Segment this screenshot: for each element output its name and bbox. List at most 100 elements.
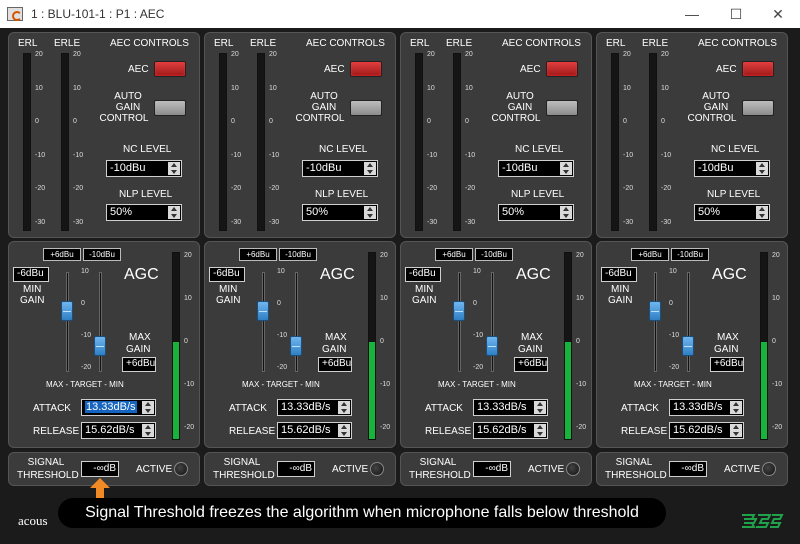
scale-tick-label: 10 [669,268,677,275]
spin-arrows-icon[interactable] [142,401,154,414]
aec-label: AEC [324,64,345,75]
scale-tick-label: 0 [184,338,188,345]
nc-level-stepper[interactable]: -10dBu [302,160,378,177]
release-stepper[interactable]: 15.62dB/s [81,422,156,439]
min-gain-field[interactable]: -6dBu [405,267,441,282]
attack-stepper[interactable]: 13.33dB/s [277,399,352,416]
max-gain-label: MAX [717,332,739,343]
auto-gain-control-button[interactable] [350,100,382,116]
max-gain-slider-knob[interactable] [94,336,106,356]
nlp-level-stepper[interactable]: 50% [498,204,574,221]
signal-threshold-field[interactable]: -∞dB [669,461,707,477]
spin-arrows-icon[interactable] [560,162,572,175]
aec-toggle-button[interactable] [350,61,382,77]
minimize-button[interactable]: — [672,3,712,25]
min-gain-slider-knob[interactable] [649,301,661,322]
attack-stepper[interactable]: 13.33dB/s [81,399,156,416]
max-gain-field[interactable]: +6dBu [318,357,352,372]
maximize-button[interactable]: ☐ [716,3,756,25]
auto-gain-control-button[interactable] [742,100,774,116]
nlp-level-label: NLP LEVEL [511,189,565,200]
auto-gain-control-button[interactable] [546,100,578,116]
help-tooltip: Signal Threshold freezes the algorithm w… [58,498,666,528]
nc-level-value: -10dBu [306,162,342,174]
max-level-box: +6dBu [43,248,81,261]
release-label: RELEASE [229,426,276,437]
aec-toggle-button[interactable] [742,61,774,77]
spin-arrows-icon[interactable] [534,401,546,414]
min-gain-slider-track[interactable] [66,272,69,372]
release-stepper[interactable]: 15.62dB/s [277,422,352,439]
scale-tick-label: 10 [81,268,89,275]
min-gain-slider-knob[interactable] [61,301,73,322]
release-stepper[interactable]: 15.62dB/s [669,422,744,439]
attack-stepper[interactable]: 13.33dB/s [669,399,744,416]
auto-gain-label: CONTROL [295,113,345,124]
spin-arrows-icon[interactable] [730,401,742,414]
scale-tick-label: 20 [427,51,435,58]
nlp-level-label: NLP LEVEL [707,189,761,200]
auto-gain-control-button[interactable] [154,100,186,116]
aec-controls-title: AEC CONTROLS [698,38,777,49]
erl-label: ERL [410,38,430,49]
aec-toggle-button[interactable] [154,61,186,77]
scale-tick-label: -10 [473,332,484,339]
release-stepper[interactable]: 15.62dB/s [473,422,548,439]
min-gain-slider-knob[interactable] [257,301,269,322]
nlp-level-stepper[interactable]: 50% [106,204,182,221]
agc-slider-scale: 10 0 -10 -20 [669,268,689,372]
spin-arrows-icon[interactable] [756,162,768,175]
max-gain-field[interactable]: +6dBu [122,357,156,372]
spin-arrows-icon[interactable] [534,424,546,437]
agc-meter-scale: 20 10 0 -10 -20 [576,252,592,440]
spin-arrows-icon[interactable] [142,424,154,437]
spin-arrows-icon[interactable] [730,424,742,437]
erle-label: ERLE [250,38,277,49]
aec-controls-title: AEC CONTROLS [306,38,385,49]
min-gain-slider-track[interactable] [262,272,265,372]
scale-tick-label: -20 [661,185,672,193]
min-gain-label: GAIN [216,295,241,306]
spin-arrows-icon[interactable] [560,206,572,219]
min-gain-field[interactable]: -6dBu [601,267,637,282]
signal-threshold-field[interactable]: -∞dB [473,461,511,477]
signal-threshold-field[interactable]: -∞dB [81,461,119,477]
spin-arrows-icon[interactable] [168,162,180,175]
spin-arrows-icon[interactable] [338,401,350,414]
auto-gain-label: GAIN [703,102,729,113]
aec-toggle-button[interactable] [546,61,578,77]
agc-level-meter [760,252,768,440]
signal-threshold-field[interactable]: -∞dB [277,461,315,477]
min-gain-slider-track[interactable] [458,272,461,372]
attack-stepper[interactable]: 13.33dB/s [473,399,548,416]
auto-gain-label: AUTO [310,91,338,102]
nlp-level-stepper[interactable]: 50% [302,204,378,221]
nlp-level-stepper[interactable]: 50% [694,204,770,221]
max-gain-field[interactable]: +6dBu [514,357,548,372]
erle-meter [649,53,657,231]
active-led-indicator [370,462,384,476]
max-gain-field[interactable]: +6dBu [710,357,744,372]
nc-level-stepper[interactable]: -10dBu [694,160,770,177]
spin-arrows-icon[interactable] [364,206,376,219]
min-gain-field[interactable]: -6dBu [13,267,49,282]
spin-arrows-icon[interactable] [756,206,768,219]
min-gain-slider-knob[interactable] [453,301,465,322]
spin-arrows-icon[interactable] [364,162,376,175]
min-gain-field[interactable]: -6dBu [209,267,245,282]
nc-level-stepper[interactable]: -10dBu [498,160,574,177]
close-button[interactable]: ✕ [758,3,798,25]
scale-tick-label: -10 [231,151,242,159]
signal-threshold-value: -∞dB [93,463,116,474]
max-gain-slider-knob[interactable] [290,336,302,356]
auto-gain-label: GAIN [311,102,337,113]
max-gain-value: +6dBu [322,358,352,369]
scale-tick-label: 0 [277,300,281,307]
max-gain-slider-knob[interactable] [682,336,694,356]
nc-level-stepper[interactable]: -10dBu [106,160,182,177]
spin-arrows-icon[interactable] [338,424,350,437]
max-gain-slider-knob[interactable] [486,336,498,356]
min-gain-slider-track[interactable] [654,272,657,372]
spin-arrows-icon[interactable] [168,206,180,219]
scale-tick-label: -20 [380,424,391,431]
